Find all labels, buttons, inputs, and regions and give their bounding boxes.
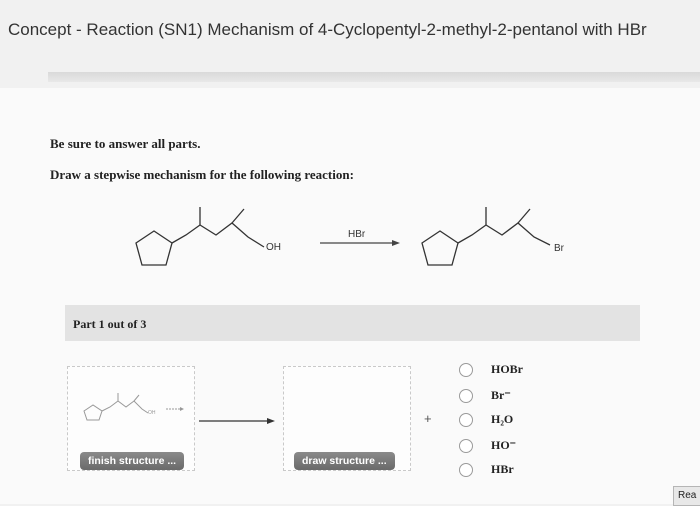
part-header: Part 1 out of 3 xyxy=(65,305,640,341)
product-structure xyxy=(421,207,551,266)
mechanism-arrow xyxy=(199,418,275,424)
radio-circle-icon[interactable] xyxy=(459,363,473,377)
reactant-oh-label: OH xyxy=(266,242,281,253)
option-label: H₂O xyxy=(491,412,514,426)
mini-reactant-structure: OH xyxy=(83,393,184,421)
reaction-button-cut[interactable]: Rea xyxy=(673,486,700,506)
mini-oh-label: OH xyxy=(148,410,156,416)
header-divider xyxy=(48,72,700,82)
option-label: Br⁻ xyxy=(491,388,511,402)
page-title: Concept - Reaction (SN1) Mechanism of 4-… xyxy=(8,20,647,39)
option-label: HO⁻ xyxy=(491,438,517,452)
reagent-label: HBr xyxy=(348,229,366,240)
option-label: HBr xyxy=(491,462,514,476)
draw-structure-button[interactable]: draw structure ... xyxy=(294,452,395,470)
product-br-label: Br xyxy=(554,243,565,254)
option-label: HOBr xyxy=(491,362,523,376)
mini-curved-arrow xyxy=(166,407,184,411)
finish-structure-button[interactable]: finish structure ... xyxy=(80,452,185,470)
instruction-answer-all-parts: Be sure to answer all parts. xyxy=(50,136,201,151)
part-label: Part 1 out of 3 xyxy=(73,317,147,331)
radio-circle-icon[interactable] xyxy=(459,463,473,477)
reaction-scheme: OH HBr Br xyxy=(135,207,565,266)
reaction-arrow xyxy=(320,240,400,246)
plus-sign: + xyxy=(424,411,432,426)
radio-circle-icon[interactable] xyxy=(459,439,473,453)
radio-circle-icon[interactable] xyxy=(459,389,473,403)
instruction-draw-mechanism: Draw a stepwise mechanism for the follow… xyxy=(50,167,354,182)
radio-circle-icon[interactable] xyxy=(459,413,473,427)
reactant-structure xyxy=(135,207,265,266)
